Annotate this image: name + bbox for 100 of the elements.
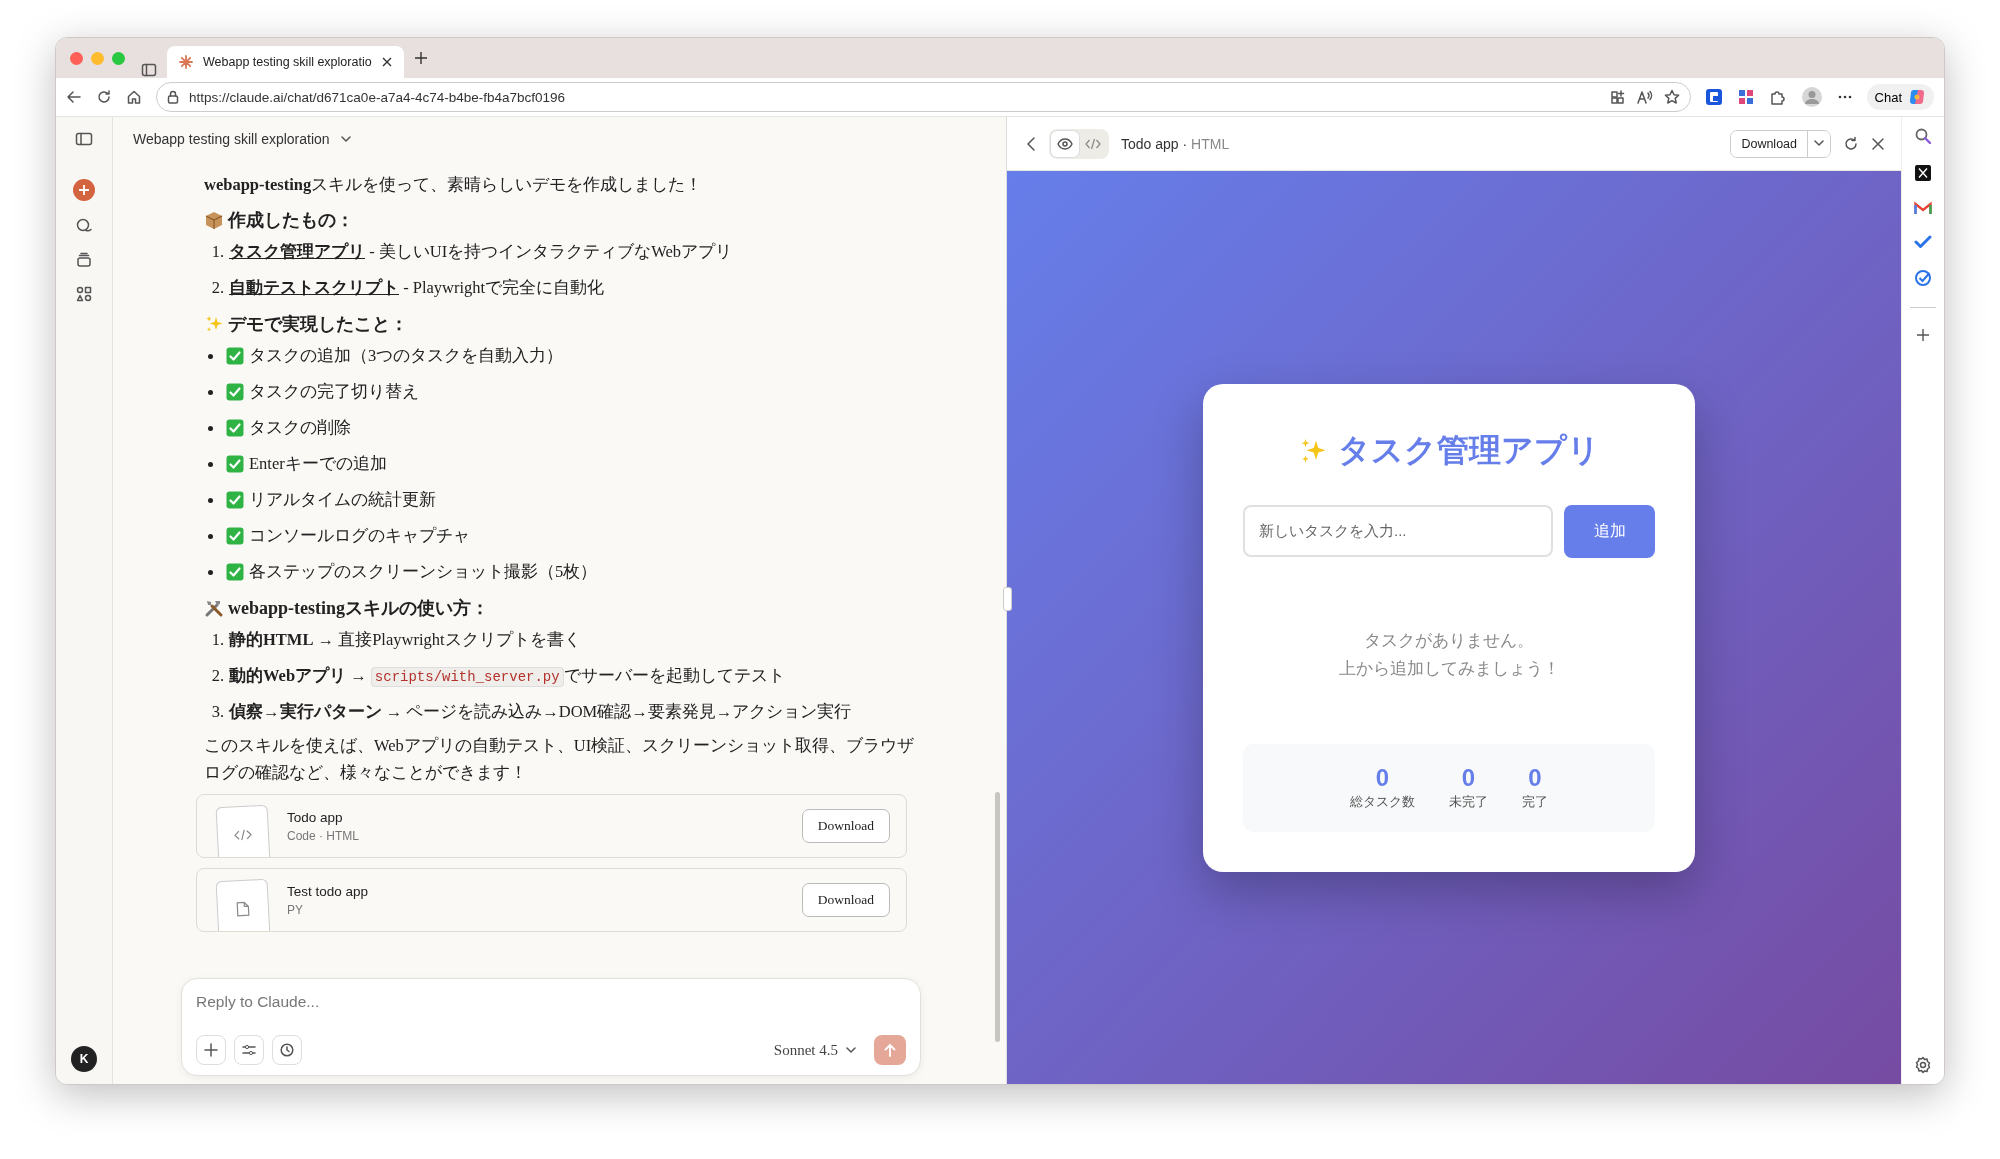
model-selector[interactable]: Sonnet 4.5 [763, 1041, 866, 1059]
artifact-title: Test todo app [287, 883, 370, 899]
chat-button[interactable]: Chat [1866, 84, 1934, 110]
sidebar-icon[interactable] [141, 62, 157, 78]
add-button[interactable]: 追加 [1564, 504, 1655, 558]
section-heading: 作成したもの： [228, 209, 354, 232]
list-number: 2. [210, 278, 224, 298]
stat-value: 0 [1461, 764, 1476, 792]
user-avatar[interactable]: K [71, 1046, 97, 1072]
refresh-icon[interactable] [1843, 135, 1859, 152]
read-aloud-icon[interactable] [1635, 89, 1654, 105]
close-icon[interactable] [1871, 136, 1885, 151]
list-item-text: 自動テストスクリプト - Playwrightで完全に自動化 [229, 277, 605, 299]
eye-icon [1057, 137, 1073, 150]
check-circle-icon[interactable] [1914, 269, 1932, 287]
lock-icon [167, 90, 179, 104]
chevron-down-icon[interactable] [339, 133, 352, 145]
add-icon [204, 1043, 218, 1057]
extension-icon[interactable] [1736, 88, 1755, 106]
artifact-title: Todo app [287, 809, 344, 825]
artifact-title: Todo app · HTML [1121, 135, 1230, 152]
star-icon[interactable] [1663, 89, 1680, 105]
artifact-type: PY [287, 902, 304, 917]
browser-tab[interactable]: Webapp testing skill exploratio [167, 46, 404, 78]
section-heading: デモで実現したこと： [228, 313, 408, 336]
bullet-dot [208, 497, 213, 503]
bullet-dot [208, 353, 213, 359]
artifact-card[interactable]: Todo app Code · HTML Download [196, 794, 907, 858]
new-chat-button[interactable] [73, 179, 95, 201]
stat-value: 0 [1375, 764, 1390, 792]
list-item-text: コンソールログのキャプチャ [249, 525, 470, 547]
search-icon[interactable] [1914, 127, 1932, 145]
paragraph: このスキルを使えば、Webアプリの自動テスト、UI検証、スクリーンショット取得、ブラウザログの確認など、様々なことができます！ [204, 735, 916, 784]
shapes-icon[interactable] [75, 285, 93, 303]
list-item-text: タスク管理アプリ - 美しいUIを持つインタラクティブなWebアプリ [229, 241, 732, 263]
puzzle-icon[interactable] [1768, 88, 1787, 106]
tools-icon [204, 598, 224, 618]
preview-toggle[interactable] [1051, 130, 1079, 157]
settings-icon[interactable] [1914, 1056, 1932, 1074]
sidebar-toggle-icon[interactable] [75, 131, 93, 147]
profile-icon[interactable] [1800, 86, 1823, 108]
chat-bubbles-icon[interactable] [75, 217, 93, 235]
swirl-icon [1908, 88, 1926, 106]
sliders-icon [242, 1043, 256, 1057]
list-number: 2. [210, 666, 224, 686]
empty-message: タスクがありません。 [1364, 629, 1534, 652]
scrollbar-thumb[interactable] [995, 792, 1000, 1042]
paragraph: webapp-testingスキルを使って、素晴らしいデモを作成しました！ [204, 174, 704, 196]
checkmark-icon [226, 491, 244, 509]
extension-icon[interactable] [1704, 88, 1723, 106]
add-button[interactable] [196, 1035, 226, 1065]
list-item-text: 各ステップのスクリーンショット撮影（5枚） [249, 561, 598, 583]
bullet-dot [208, 389, 213, 395]
plus-icon[interactable] [1916, 328, 1930, 342]
list-item-text: Enterキーでの追加 [249, 453, 387, 475]
artifact-card[interactable]: Test todo app PY Download [196, 868, 907, 932]
list-number: 1. [210, 630, 224, 650]
close-icon[interactable] [381, 57, 392, 67]
checkmark-icon [226, 527, 244, 545]
link[interactable]: 自動テストスクリプト [229, 278, 399, 297]
list-number: 3. [210, 702, 224, 722]
download-button[interactable]: Download [801, 883, 890, 917]
checkmark-icon[interactable] [1914, 235, 1932, 249]
x-logo-icon[interactable] [1915, 165, 1931, 181]
tab-title: Webapp testing skill exploratio [203, 55, 372, 69]
mail-icon[interactable] [1914, 201, 1932, 215]
list-item-text: タスクの削除 [249, 417, 351, 439]
task-input[interactable]: 新しいタスクを入力... [1243, 504, 1553, 557]
sliders-button[interactable] [234, 1035, 264, 1065]
download-button[interactable]: Download [801, 809, 890, 843]
chevron-down-icon [846, 1045, 856, 1055]
list-item-text: 偵察→実行パターン → ページを読み込み→DOM確認→要素発見→アクション実行 [229, 701, 852, 723]
bullet-dot [208, 461, 213, 467]
artifact-type: Code · HTML [287, 828, 361, 843]
reload-icon[interactable] [96, 89, 112, 105]
grid-plus-icon[interactable] [1609, 89, 1626, 105]
chevron-left-icon[interactable] [1025, 136, 1037, 151]
back-icon[interactable] [66, 89, 82, 105]
stat-label: 未完了 [1449, 794, 1488, 811]
document-icon [235, 900, 251, 918]
reply-input[interactable]: Reply to Claude... [196, 993, 906, 1011]
app-title: タスク管理アプリ [1338, 429, 1600, 471]
clock-icon [280, 1043, 294, 1057]
stack-icon[interactable] [75, 251, 93, 269]
link[interactable]: タスク管理アプリ [229, 242, 365, 261]
list-item-text: 動的Webアプリ → scripts/with_server.py でサーバーを起動してテスト [229, 665, 785, 687]
checkmark-icon [226, 383, 244, 401]
stat-value: 0 [1528, 764, 1542, 792]
list-item-text: 静的HTML → 直接Playwrightスクリプトを書く [229, 629, 581, 651]
list-number: 1. [210, 242, 224, 262]
chat-title[interactable]: Webapp testing skill exploration [133, 131, 330, 147]
arrow-up-icon [883, 1043, 897, 1057]
checkmark-icon [226, 419, 244, 437]
bullet-dot [208, 569, 213, 575]
clock-button[interactable] [272, 1035, 302, 1065]
bullet-dot [208, 533, 213, 539]
home-icon[interactable] [126, 89, 142, 105]
stat-label: 総タスク数 [1350, 794, 1415, 811]
plus-icon[interactable] [413, 51, 428, 65]
starburst-icon [179, 55, 193, 69]
